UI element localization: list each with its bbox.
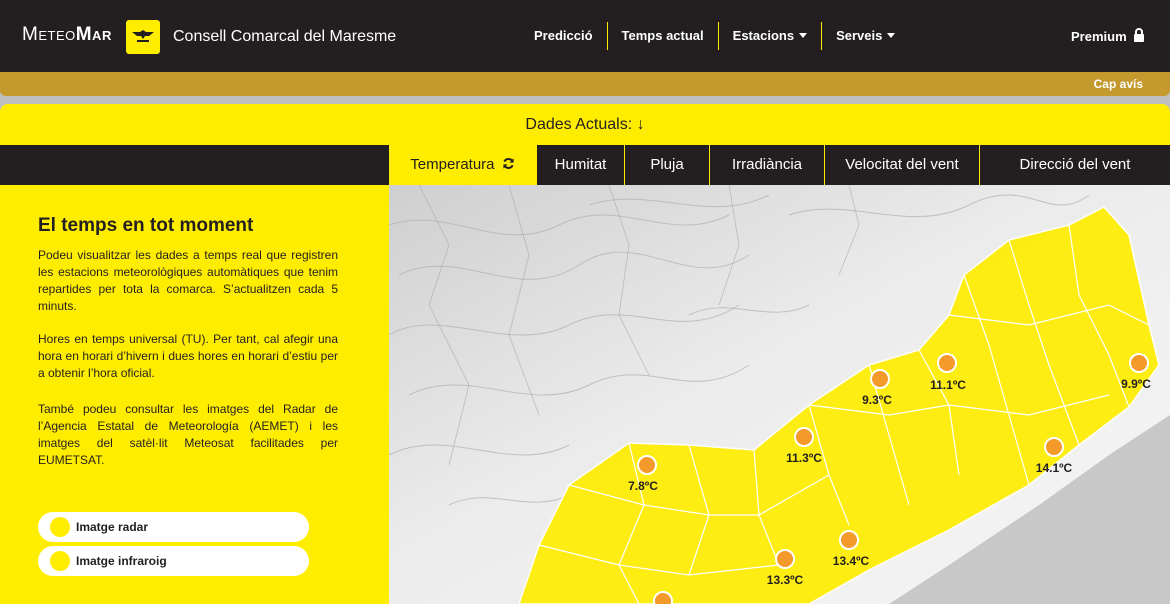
tab-label: Temperatura [410,156,495,173]
data-tabs: Temperatura Humitat Pluja Irradiància Ve… [389,145,1170,205]
main-nav: Predicció Temps actual Estacions Serveis [520,22,909,50]
nav-label: Predicció [534,28,593,43]
infrared-image-button[interactable]: Imatge infraroig [38,546,309,576]
nav-label: Serveis [836,28,883,43]
chevron-down-icon [799,33,808,38]
station-temperature: 11.3ºC [786,451,822,465]
radar-image-button[interactable]: Imatge radar [38,512,309,542]
tab-label: Velocitat del vent [845,156,959,173]
infrared-label: Imatge infraroig [76,554,167,568]
station-temperature: 11.1ºC [930,378,966,392]
weather-map[interactable]: 7.8ºC 11.3ºC 9.3ºC 11.1ºC 9.9ºC 14.1ºC 1… [389,185,1170,604]
tabbar-left-spacer [0,145,389,185]
tab-irradiancia[interactable]: Irradiància [709,145,824,185]
sidebar-paragraph: També podeu consultar les imatges del Ra… [38,402,338,467]
info-sidebar: El temps en tot moment Podeu visualitzar… [0,185,389,604]
station-temperature: 13.4ºC [833,554,870,568]
tab-label: Humitat [554,156,607,173]
council-logo-icon[interactable] [126,20,160,54]
brand-logo[interactable]: MeteoMar [22,24,112,46]
premium-link[interactable]: Premium [1071,29,1127,44]
council-name[interactable]: Consell Comarcal del Maresme [173,28,396,46]
tab-humitat[interactable]: Humitat [536,145,624,185]
nav-temps-actual[interactable]: Temps actual [606,22,718,50]
tab-velocitat-vent[interactable]: Velocitat del vent [824,145,979,185]
top-navbar: MeteoMar Consell Comarcal del Maresme Pr… [0,0,1170,72]
station-temperature: 9.3ºC [862,393,892,407]
current-data-heading[interactable]: Dades Actuals: ↓ [0,116,1170,134]
tab-label: Direcció del vent [1019,156,1131,173]
nav-label: Temps actual [621,28,704,43]
nav-prediccio[interactable]: Predicció [520,22,607,50]
station-marker[interactable] [653,591,673,604]
sidebar-paragraph: Podeu visualitzar les dades a temps real… [38,248,338,313]
alert-bar: Cap avís [0,72,1170,96]
nav-label: Estacions [732,28,795,43]
chevron-down-icon [887,33,896,38]
main-panel: Dades Actuals: ↓ Temperatura Humitat Plu… [0,104,1170,604]
tab-direccio-vent[interactable]: Direcció del vent [979,145,1170,185]
station-temperature: 9.9ºC [1121,377,1151,391]
tab-label: Irradiància [731,156,803,173]
nav-serveis[interactable]: Serveis [821,22,909,50]
station-temperature: 14.1ºC [1036,461,1073,475]
station-temperature: 13.3ºC [767,573,804,587]
radio-dot-icon [50,517,70,537]
sidebar-paragraph: Hores en temps universal (TU). Per tant,… [38,332,338,380]
radio-dot-icon [50,551,70,571]
tab-label: Pluja [650,156,684,173]
brand-part1: Meteo [22,24,76,45]
radar-label: Imatge radar [76,520,149,534]
sidebar-title: El temps en tot moment [38,215,254,236]
map-canvas: 7.8ºC 11.3ºC 9.3ºC 11.1ºC 9.9ºC 14.1ºC 1… [389,185,1170,604]
refresh-icon [503,158,514,169]
station-temperature: 7.8ºC [628,479,658,493]
brand-part2: Mar [75,24,112,45]
page: MeteoMar Consell Comarcal del Maresme Pr… [0,0,1170,604]
tab-pluja[interactable]: Pluja [624,145,709,185]
alert-text[interactable]: Cap avís [1094,77,1143,91]
nav-estacions[interactable]: Estacions [717,22,821,50]
lock-icon[interactable] [1133,28,1145,43]
